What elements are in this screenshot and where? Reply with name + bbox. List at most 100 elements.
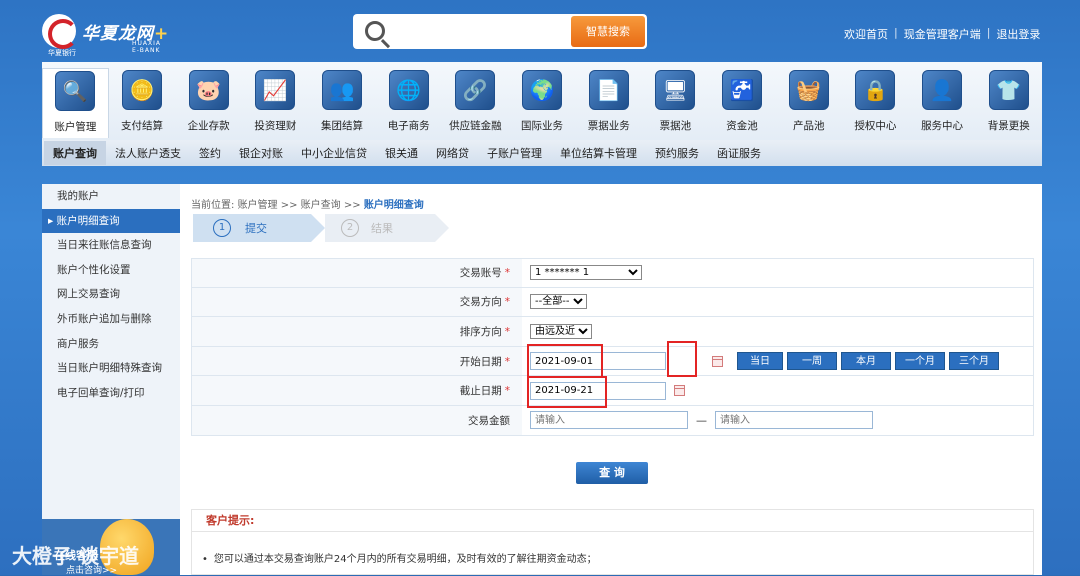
query-form: 交易账号 * 1 ******* 1 交易方向 * --全部-- 排序方向 * 由远及… [191, 258, 1034, 436]
subnav-item-5[interactable]: 银关通 [376, 145, 427, 161]
nav-item-label: 票据业务 [587, 120, 630, 132]
highlight-end-date [527, 376, 607, 408]
amount-max-input[interactable] [715, 411, 873, 430]
sidebar-item-6[interactable]: 商户服务 [42, 332, 180, 357]
nav-item-label: 企业存款 [187, 120, 230, 132]
nav-item-label: 产品池 [792, 120, 825, 132]
subnav-item-4[interactable]: 中小企业信贷 [292, 145, 376, 161]
highlight-start-date [527, 344, 603, 378]
calendar-icon[interactable] [674, 385, 685, 397]
subnav-item-7[interactable]: 子账户管理 [478, 145, 551, 161]
quick-one-month-button[interactable]: 一个月 [895, 352, 945, 371]
breadcrumb-path[interactable]: 账户管理 >> 账户查询 >> [238, 200, 361, 211]
nav-item-5[interactable]: 🌐 电子商务 [375, 68, 442, 138]
sidebar-item-3[interactable]: 账户个性化设置 [42, 258, 180, 283]
shirt-icon: 👕 [988, 70, 1029, 110]
form-value: — [522, 405, 1033, 435]
calendar-icon[interactable] [712, 355, 723, 367]
quick-this-month-button[interactable]: 本月 [841, 352, 891, 371]
nav-item-6[interactable]: 🔗 供应链金融 [442, 68, 509, 138]
subnav-item-10[interactable]: 函证服务 [708, 145, 770, 161]
nav-item-8[interactable]: 📄 票据业务 [575, 68, 642, 138]
bill-pool-icon: 🖥 [655, 70, 696, 110]
query-button[interactable]: 查 询 [576, 462, 648, 484]
sort-select[interactable]: 由远及近 [530, 323, 592, 339]
fund-pool-icon: 🚰 [722, 70, 763, 110]
sidebar-item-0[interactable]: 我的账户 [42, 184, 180, 209]
nav-item-7[interactable]: 🌍 国际业务 [509, 68, 576, 138]
lock-icon: 🔒 [855, 70, 896, 110]
step-number: 2 [341, 219, 359, 237]
subnav-item-8[interactable]: 单位结算卡管理 [551, 145, 646, 161]
search-input[interactable] [399, 20, 569, 42]
nav-item-10[interactable]: 🚰 资金池 [709, 68, 776, 138]
step-label: 结果 [371, 222, 393, 235]
nav-item-3[interactable]: 📈 投资理财 [242, 68, 309, 138]
nav-item-2[interactable]: 🐷 企业存款 [175, 68, 242, 138]
nav-item-13[interactable]: 👤 服务中心 [909, 68, 976, 138]
nav-item-label: 授权中心 [854, 120, 897, 132]
subnav-item-6[interactable]: 网络贷 [427, 145, 478, 161]
subnav-item-2[interactable]: 签约 [190, 145, 230, 161]
sidebar-item-1[interactable]: ▸ 账户明细查询 [42, 208, 180, 234]
group-icon: 👥 [322, 70, 363, 110]
sidebar-item-5[interactable]: 外币账户追加与删除 [42, 307, 180, 332]
subnav-item-9[interactable]: 预约服务 [646, 145, 708, 161]
nav-item-label: 支付结算 [121, 120, 163, 132]
sidebar-item-8[interactable]: 电子回单查询/打印 [42, 381, 180, 406]
quick-week-button[interactable]: 一周 [787, 352, 837, 371]
nav-item-label: 背景更换 [987, 120, 1030, 132]
direction-select[interactable]: --全部-- [530, 294, 587, 310]
main-content: 当前位置: 账户管理 >> 账户查询 >> 账户明细查询 1 提交 2 结果 交… [180, 184, 1042, 575]
nav-item-4[interactable]: 👥 集团结算 [309, 68, 376, 138]
nav-item-9[interactable]: 🖥 票据池 [642, 68, 709, 138]
step-label: 提交 [245, 222, 267, 235]
highlight-calendar [667, 341, 697, 377]
nav-item-label: 投资理财 [254, 120, 297, 132]
logo-sub: HUAXIA E-BANK [132, 40, 161, 54]
cash-client-link[interactable]: 现金管理客户端 [904, 26, 981, 42]
ecommerce-icon: 🌐 [388, 70, 429, 110]
account-select[interactable]: 1 ******* 1 [530, 265, 642, 281]
nav-item-11[interactable]: 🧺 产品池 [775, 68, 842, 138]
amount-min-input[interactable] [530, 411, 688, 430]
form-label: 排序方向 * [459, 325, 510, 338]
bill-icon: 📄 [588, 70, 629, 110]
form-label: 开始日期 * [459, 355, 510, 368]
tips-title: 客户提示: [192, 510, 1033, 532]
step-result: 2 结果 [325, 214, 449, 242]
tip-text: 您可以通过本交易查询账户24个月内的所有交易明细，及时有效的了解往期资金动态； [213, 554, 597, 565]
nav-item-label: 账户管理 [54, 121, 97, 133]
bank-logo-icon: 华夏银行 [42, 14, 78, 57]
form-value: 1 ******* 1 [522, 259, 1033, 287]
nav-item-0[interactable]: 🔍 账户管理 [42, 68, 109, 138]
form-label: 截止日期 * [459, 385, 510, 398]
form-label: 交易方向 * [459, 296, 510, 309]
watermark: 大橙子 谈宇道 [12, 544, 139, 568]
nav-panel: 🔍 账户管理 🪙 支付结算 🐷 企业存款 📈 投资理财 👥 集团结算 🌐 电子商务 🔗 供应链金融 🌍 国际业… [42, 62, 1042, 166]
home-link[interactable]: 欢迎首页 [844, 26, 888, 42]
main-nav: 🔍 账户管理 🪙 支付结算 🐷 企业存款 📈 投资理财 👥 集团结算 🌐 电子商务 🔗 供应链金融 🌍 国际业… [42, 68, 1042, 138]
service-icon: 👤 [922, 70, 963, 110]
logout-link[interactable]: 退出登录 [996, 26, 1040, 42]
product-pool-icon: 🧺 [788, 70, 829, 110]
sidebar-item-7[interactable]: 当日账户明细特殊查询 [42, 356, 180, 381]
logo[interactable]: 华夏银行 华夏龙网+ HUAXIA E-BANK [42, 14, 169, 57]
sidebar-item-2[interactable]: 当日来往账信息查询 [42, 233, 180, 258]
header: 华夏银行 华夏龙网+ HUAXIA E-BANK 智慧搜索 欢迎首页 | 现金管… [0, 0, 1080, 62]
breadcrumb-current: 账户明细查询 [363, 200, 424, 211]
breadcrumb: 当前位置: 账户管理 >> 账户查询 >> 账户明细查询 [191, 196, 424, 211]
form-label: 交易账号 * [459, 267, 510, 280]
smart-search-button[interactable]: 智慧搜索 [571, 16, 645, 47]
nav-item-14[interactable]: 👕 背景更换 [975, 68, 1042, 138]
subnav-item-0[interactable]: 账户查询 [44, 141, 106, 165]
coins-icon: 🪙 [122, 70, 162, 110]
subnav-item-3[interactable]: 银企对账 [230, 145, 292, 161]
subnav-item-1[interactable]: 法人账户透支 [106, 145, 190, 161]
sidebar-item-4[interactable]: 网上交易查询 [42, 282, 180, 307]
quick-today-button[interactable]: 当日 [737, 352, 783, 371]
nav-item-label: 服务中心 [921, 120, 964, 132]
quick-three-months-button[interactable]: 三个月 [949, 352, 999, 371]
nav-item-1[interactable]: 🪙 支付结算 [109, 68, 176, 138]
nav-item-12[interactable]: 🔒 授权中心 [842, 68, 909, 138]
